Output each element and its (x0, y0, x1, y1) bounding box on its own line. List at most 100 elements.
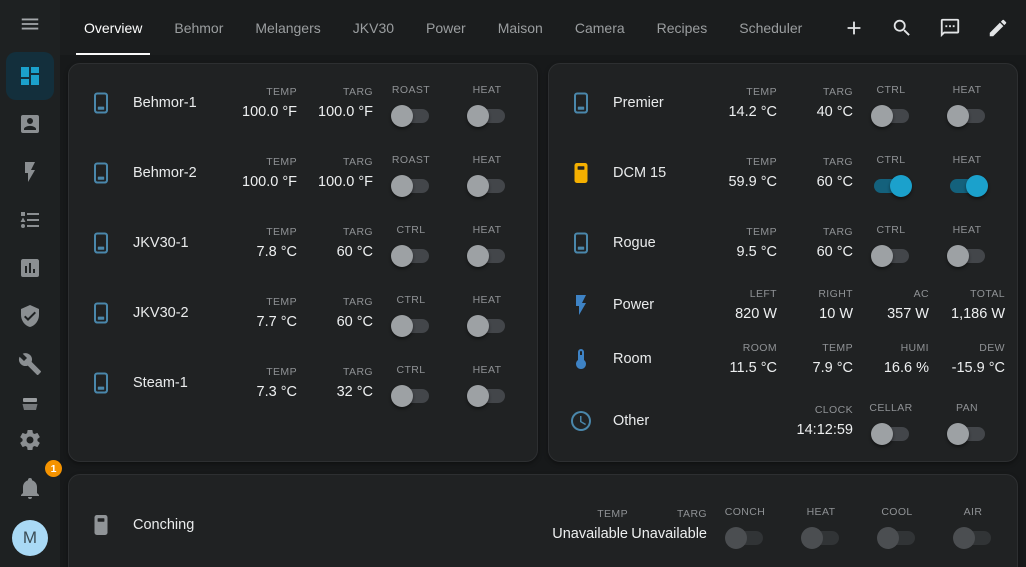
sidebar-item-dashboard[interactable] (6, 52, 54, 100)
heat-toggle[interactable] (946, 244, 985, 267)
stat-value: 32 °C (336, 384, 373, 400)
stat-value: 100.0 °F (318, 174, 373, 190)
device-outline-icon (569, 231, 593, 255)
stat-value: 59.9 °C (728, 174, 777, 190)
entity-name[interactable]: Conching (133, 517, 549, 533)
toggle-knob (870, 244, 893, 267)
heat-toggle[interactable] (466, 244, 505, 267)
sidebar-item-history[interactable] (6, 244, 54, 292)
sidebar-item-logbook[interactable] (6, 196, 54, 244)
entity-row-dcm-15[interactable]: DCM 15 TEMP 59.9 °C TARG 60 °C CTRL HEAT (549, 138, 1017, 208)
heat-toggle[interactable] (949, 174, 988, 197)
heat-toggle[interactable] (946, 104, 985, 127)
sidebar-item-energy[interactable] (6, 148, 54, 196)
toggle-label: HEAT (952, 83, 982, 96)
person-badge-icon (21, 115, 39, 133)
tab-maison[interactable]: Maison (482, 0, 559, 55)
heat-toggle[interactable] (466, 314, 505, 337)
entity-name[interactable]: Rogue (613, 235, 701, 251)
stat-value: 14.2 °C (728, 104, 777, 120)
tab-jkv30[interactable]: JKV30 (337, 0, 410, 55)
entity-name[interactable]: Premier (613, 95, 701, 111)
toggle-knob (876, 526, 899, 549)
entity-row-conching[interactable]: Conching TEMP Unavailable TARG Unavailable CO… (69, 479, 1017, 567)
tab-recipes[interactable]: Recipes (641, 0, 724, 55)
entity-row-room[interactable]: Room ROOM 11.5 °C TEMP 7.9 °C HUMI 16.6 % DEW -1… (549, 332, 1017, 386)
toggle-knob (952, 526, 975, 549)
entity-row-jkv30-1[interactable]: JKV30-1 TEMP 7.8 °C TARG 60 °C CTRL HEAT (69, 208, 537, 278)
stat-label: TEMP (266, 156, 297, 168)
ctrl-toggle[interactable] (870, 244, 909, 267)
ctrl-toggle[interactable] (390, 244, 429, 267)
user-avatar[interactable]: M (12, 520, 48, 556)
stat-value: -15.9 °C (951, 360, 1005, 376)
entity-name[interactable]: Room (613, 351, 701, 367)
device-filled-icon (89, 513, 113, 537)
menu-button[interactable] (0, 0, 60, 47)
entity-row-power[interactable]: Power LEFT 820 W RIGHT 10 W AC 357 W TOTAL 1,186… (549, 278, 1017, 332)
assist-button[interactable] (926, 4, 974, 52)
ctrl-toggle[interactable] (870, 104, 909, 127)
tab-power[interactable]: Power (410, 0, 482, 55)
sidebar-item-settings[interactable] (6, 416, 54, 464)
entity-row-rogue[interactable]: Rogue TEMP 9.5 °C TARG 60 °C CTRL HEAT (549, 208, 1017, 278)
roast-toggle[interactable] (390, 174, 429, 197)
sidebar-item-person[interactable] (6, 100, 54, 148)
search-icon (893, 19, 910, 36)
stat-value: Unavailable (631, 526, 707, 542)
entity-row-premier[interactable]: Premier TEMP 14.2 °C TARG 40 °C CTRL HEAT (549, 68, 1017, 138)
entity-name[interactable]: Steam-1 (133, 375, 221, 391)
stat-label: TARG (677, 508, 707, 520)
shield-check-icon (21, 305, 39, 327)
toggle-knob (390, 174, 413, 197)
sidebar-item-security[interactable] (6, 292, 54, 340)
ctrl-toggle[interactable] (873, 174, 912, 197)
add-button[interactable] (830, 4, 878, 52)
entity-name[interactable]: JKV30-2 (133, 305, 221, 321)
tab-melangers[interactable]: Melangers (239, 0, 336, 55)
entity-row-steam-1[interactable]: Steam-1 TEMP 7.3 °C TARG 32 °C CTRL HEAT (69, 348, 537, 418)
heat-toggle[interactable] (466, 384, 505, 407)
toggle-knob (870, 422, 893, 445)
device-outline-icon (89, 301, 113, 325)
ctrl-toggle[interactable] (390, 314, 429, 337)
sidebar-item-partial[interactable] (6, 394, 54, 416)
entity-name[interactable]: JKV30-1 (133, 235, 221, 251)
stat-label: AC (913, 288, 929, 300)
heat-toggle[interactable] (466, 104, 505, 127)
stat-label: TEMP (746, 156, 777, 168)
stat-label: TEMP (746, 86, 777, 98)
entity-name[interactable]: Power (613, 297, 701, 313)
entity-row-other[interactable]: Other CLOCK 14:12:59 CELLAR PAN (549, 386, 1017, 456)
edit-button[interactable] (974, 4, 1022, 52)
entity-name[interactable]: DCM 15 (613, 165, 701, 181)
toggle-label: CELLAR (869, 401, 913, 414)
stat-label: CLOCK (814, 404, 853, 416)
stat-label: TARG (343, 366, 373, 378)
entity-row-behmor-1[interactable]: Behmor-1 TEMP 100.0 °F TARG 100.0 °F ROAST HEA… (69, 68, 537, 138)
entity-name[interactable]: Behmor-1 (133, 95, 221, 111)
tab-behmor[interactable]: Behmor (158, 0, 239, 55)
search-button[interactable] (878, 4, 926, 52)
entity-row-behmor-2[interactable]: Behmor-2 TEMP 100.0 °F TARG 100.0 °F ROAST HEA… (69, 138, 537, 208)
stat-value: 7.7 °C (256, 314, 297, 330)
stat-label: TARG (343, 86, 373, 98)
sidebar-item-notifications[interactable]: 1 (6, 460, 62, 512)
stat-value: 7.9 °C (812, 360, 853, 376)
stat-value: 16.6 % (883, 360, 929, 376)
pan-toggle[interactable] (946, 422, 985, 445)
entity-name[interactable]: Other (613, 413, 701, 429)
tab-overview[interactable]: Overview (68, 0, 158, 55)
heat-toggle[interactable] (466, 174, 505, 197)
tab-scheduler[interactable]: Scheduler (723, 0, 818, 55)
entity-name[interactable]: Behmor-2 (133, 165, 221, 181)
roast-toggle[interactable] (390, 104, 429, 127)
tab-camera[interactable]: Camera (559, 0, 641, 55)
toggle-label: CTRL (876, 223, 906, 236)
toggle-label: ROAST (391, 83, 431, 96)
sidebar-item-tools[interactable] (6, 340, 54, 388)
entity-row-jkv30-2[interactable]: JKV30-2 TEMP 7.7 °C TARG 60 °C CTRL HEAT (69, 278, 537, 348)
cellar-toggle[interactable] (870, 422, 909, 445)
ctrl-toggle[interactable] (390, 384, 429, 407)
clock-icon (569, 409, 593, 433)
